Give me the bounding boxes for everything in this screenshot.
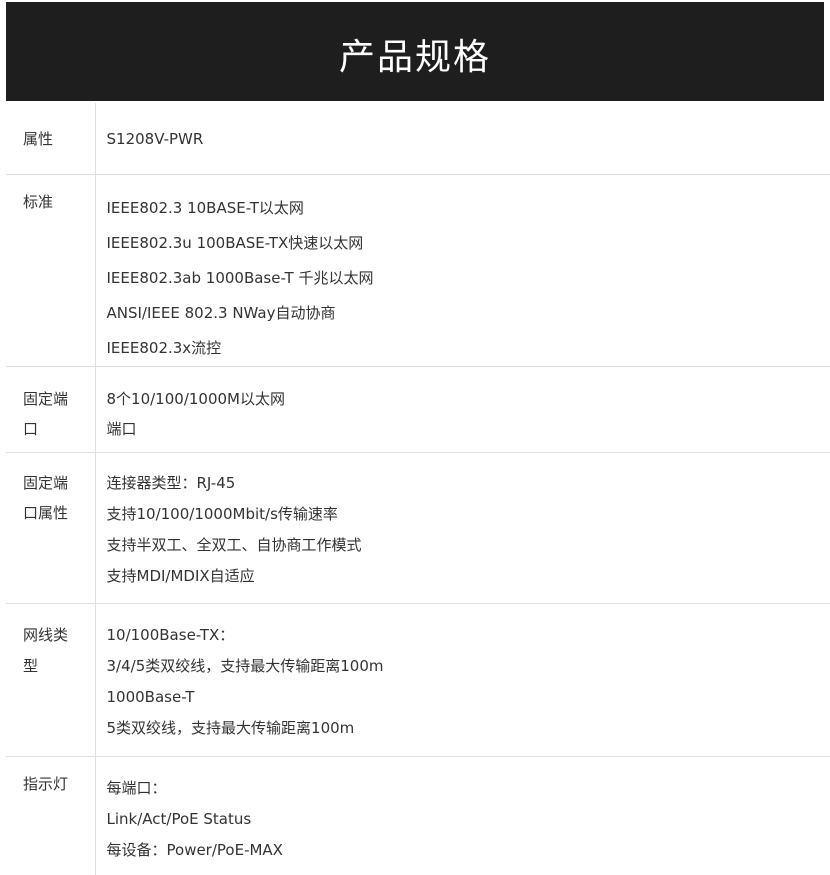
attr-label: 指示灯 <box>23 773 83 795</box>
value-line: 5类双绞线，支持最大传输距离100m <box>107 713 830 744</box>
value-cell: 10/100Base-TX： 3/4/5类双绞线，支持最大传输距离100m 10… <box>95 603 830 756</box>
attr-label: 口属性 <box>23 498 83 528</box>
value-line: 3/4/5类双绞线，支持最大传输距离100m <box>107 651 830 682</box>
value-line: IEEE802.3x流控 <box>107 331 830 366</box>
spec-row-standard: 标准 IEEE802.3 10BASE-T以太网 IEEE802.3u 100B… <box>6 174 830 366</box>
value-line: 10/100Base-TX： <box>107 620 830 651</box>
value-cell: 每端口： Link/Act/PoE Status 每设备：Power/PoE-M… <box>95 756 830 875</box>
attr-label: 标准 <box>23 191 83 213</box>
value-cell: IEEE802.3 10BASE-T以太网 IEEE802.3u 100BASE… <box>95 174 830 366</box>
spec-row-port-attributes: 固定端 口属性 连接器类型：RJ-45 支持10/100/1000Mbit/s传… <box>6 452 830 603</box>
spec-table: 属性 S1208V-PWR 标准 IEEE802.3 10BASE-T以太网 I… <box>6 103 830 875</box>
value-line: IEEE802.3ab 1000Base-T 千兆以太网 <box>107 261 830 296</box>
attr-label: 型 <box>23 651 83 682</box>
spec-row-fixed-ports: 固定端 口 8个10/100/1000M以太网 端口 <box>6 366 830 452</box>
attr-cell: 固定端 口 <box>6 366 95 452</box>
attr-label: 属性 <box>23 128 83 150</box>
value-line: 支持MDI/MDIX自适应 <box>107 561 830 592</box>
value-line: 8个10/100/1000M以太网 <box>107 384 830 414</box>
value-line: IEEE802.3u 100BASE-TX快速以太网 <box>107 226 830 261</box>
attr-label: 口 <box>23 414 83 444</box>
attr-cell: 属性 <box>6 103 95 174</box>
value-line: Link/Act/PoE Status <box>107 804 830 835</box>
spec-row-cable-type: 网线类 型 10/100Base-TX： 3/4/5类双绞线，支持最大传输距离1… <box>6 603 830 756</box>
attr-label: 网线类 <box>23 620 83 651</box>
value-line: 端口 <box>107 414 830 444</box>
value-line: S1208V-PWR <box>107 128 830 150</box>
value-line: 支持10/100/1000Mbit/s传输速率 <box>107 499 830 530</box>
value-line: 每端口： <box>107 773 830 804</box>
attr-cell: 指示灯 <box>6 756 95 875</box>
attr-cell: 标准 <box>6 174 95 366</box>
value-cell: S1208V-PWR <box>95 103 830 174</box>
attr-label: 固定端 <box>23 384 83 414</box>
value-line: 支持半双工、全双工、自协商工作模式 <box>107 530 830 561</box>
title-banner: 产品规格 <box>6 2 824 101</box>
value-cell: 连接器类型：RJ-45 支持10/100/1000Mbit/s传输速率 支持半双… <box>95 452 830 603</box>
value-line: ANSI/IEEE 802.3 NWay自动协商 <box>107 296 830 331</box>
spec-row-indicator: 指示灯 每端口： Link/Act/PoE Status 每设备：Power/P… <box>6 756 830 875</box>
page-title: 产品规格 <box>339 28 491 80</box>
value-line: 1000Base-T <box>107 682 830 713</box>
value-cell: 8个10/100/1000M以太网 端口 <box>95 366 830 452</box>
attr-cell: 固定端 口属性 <box>6 452 95 603</box>
spec-row-model: 属性 S1208V-PWR <box>6 103 830 174</box>
value-line: 每设备：Power/PoE-MAX <box>107 835 830 866</box>
value-line: 连接器类型：RJ-45 <box>107 468 830 499</box>
attr-label: 固定端 <box>23 468 83 498</box>
attr-cell: 网线类 型 <box>6 603 95 756</box>
value-line: IEEE802.3 10BASE-T以太网 <box>107 191 830 226</box>
